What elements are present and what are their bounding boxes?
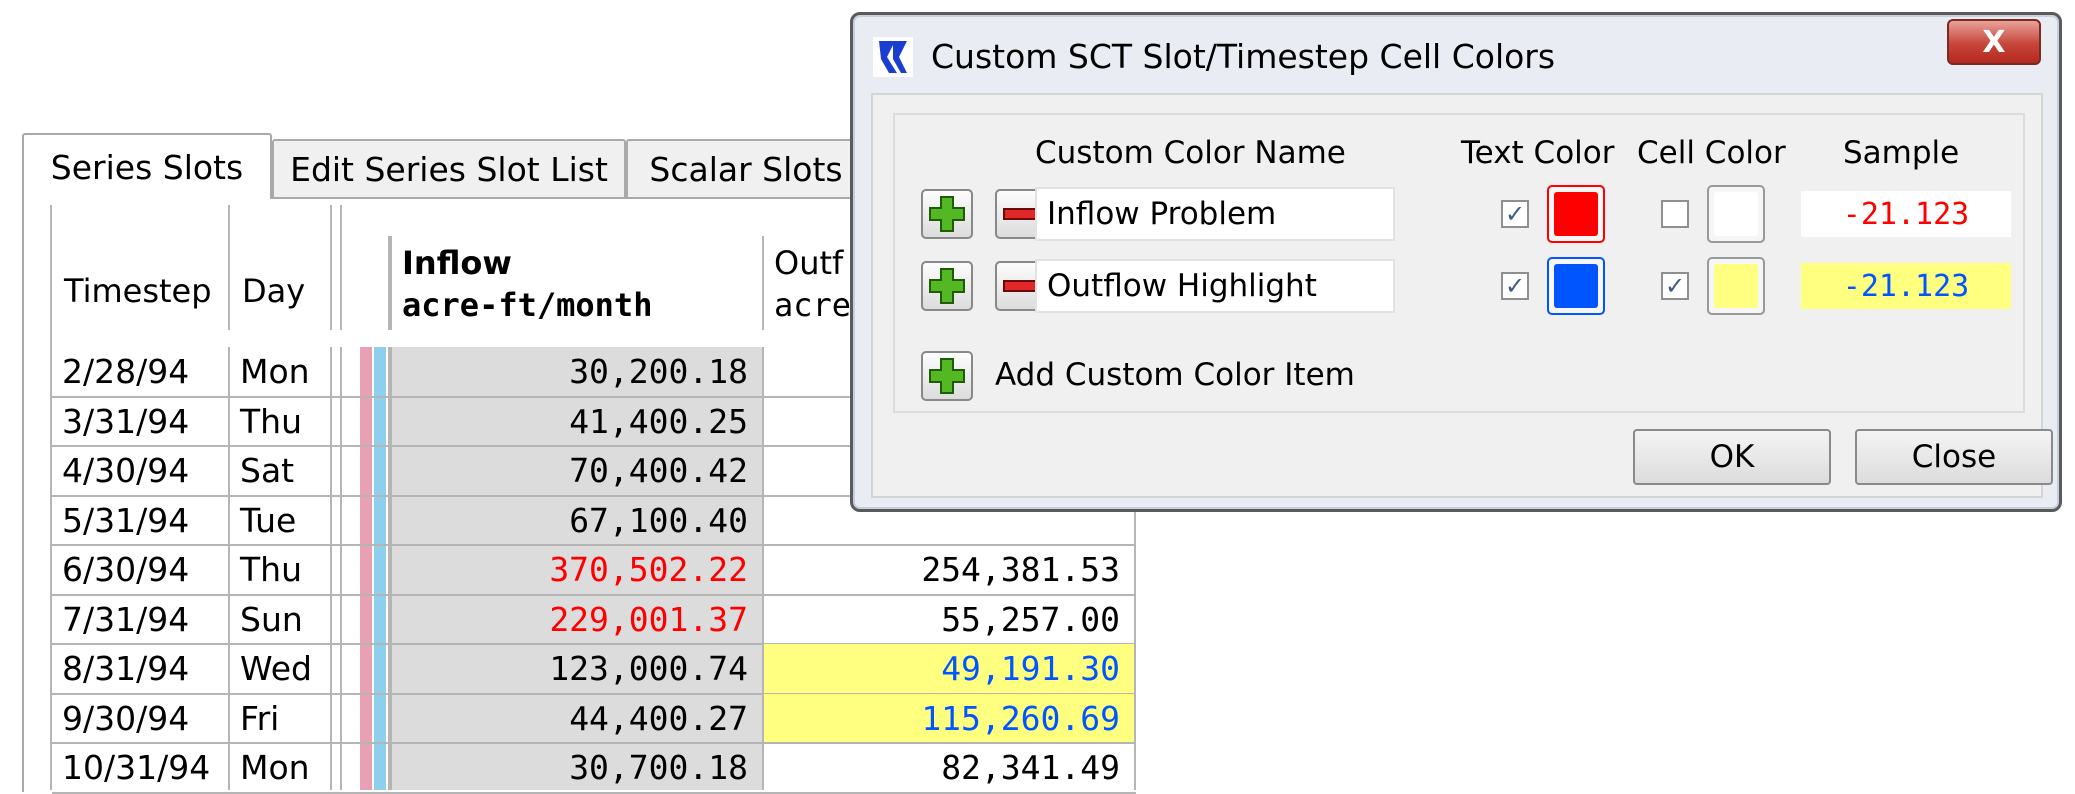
day-cell[interactable]: Thu xyxy=(240,545,330,595)
color-name-input[interactable]: Inflow Problem xyxy=(1035,187,1395,241)
outflow-cell[interactable]: 82,341.49 xyxy=(764,743,1120,793)
inflow-cell[interactable]: 30,200.18 xyxy=(392,347,748,397)
column-header-outflow[interactable]: Outf acre- xyxy=(764,236,864,345)
inflow-cell[interactable]: 44,400.27 xyxy=(392,694,748,744)
tab-label: Series Slots xyxy=(50,147,244,187)
text-color-button[interactable] xyxy=(1547,257,1605,315)
cell-color-checkbox[interactable]: ✓ xyxy=(1661,272,1689,300)
ok-button[interactable]: OK xyxy=(1633,429,1831,485)
close-button[interactable]: Close xyxy=(1855,429,2053,485)
close-icon: X xyxy=(1982,24,2006,60)
inflow-cell[interactable]: 229,001.37 xyxy=(392,595,748,645)
day-cell[interactable]: Mon xyxy=(240,347,330,397)
outflow-cell[interactable]: 49,191.30 xyxy=(764,644,1120,694)
color-name-value: Inflow Problem xyxy=(1047,196,1277,232)
cell-color-checkbox[interactable] xyxy=(1661,200,1689,228)
text-color-checkbox[interactable]: ✓ xyxy=(1501,272,1529,300)
day-cell[interactable]: Mon xyxy=(240,743,330,793)
custom-colors-dialog: Custom SCT Slot/Timestep Cell Colors X C… xyxy=(850,12,2062,512)
day-cell[interactable]: Wed xyxy=(240,644,330,694)
cell-color-swatch xyxy=(1714,192,1758,236)
add-item-label: Add Custom Color Item xyxy=(995,357,1355,393)
grid-border xyxy=(340,205,342,790)
inflow-cell[interactable]: 370,502.22 xyxy=(392,545,748,595)
riverware-logo-icon xyxy=(873,37,913,77)
timestep-cell[interactable]: 8/31/94 xyxy=(62,644,228,694)
dialog-title: Custom SCT Slot/Timestep Cell Colors xyxy=(931,37,1556,76)
timestep-cell[interactable]: 10/31/94 xyxy=(62,743,228,793)
text-color-swatch xyxy=(1554,264,1598,308)
ok-label: OK xyxy=(1709,439,1755,475)
text-color-checkbox[interactable]: ✓ xyxy=(1501,200,1529,228)
slot-name: Inflow xyxy=(402,244,512,282)
add-item-button[interactable] xyxy=(921,189,973,239)
day-cell[interactable]: Thu xyxy=(240,397,330,447)
sample-value: -21.123 xyxy=(1842,268,1970,304)
close-window-button[interactable]: X xyxy=(1947,19,2041,65)
timestep-cell[interactable]: 9/30/94 xyxy=(62,694,228,744)
header-label: Day xyxy=(242,271,306,310)
column-header-cell-color: Cell Color xyxy=(1637,135,1786,171)
slot-unit: acre-ft/month xyxy=(402,286,653,324)
timestep-cell[interactable]: 4/30/94 xyxy=(62,446,228,496)
inflow-cell[interactable]: 70,400.42 xyxy=(392,446,748,496)
day-cell[interactable]: Fri xyxy=(240,694,330,744)
day-cell[interactable]: Sat xyxy=(240,446,330,496)
plus-icon xyxy=(929,268,965,304)
column-header-inflow[interactable]: Inflow acre-ft/month xyxy=(392,236,762,345)
tab-edit-series-slot-list[interactable]: Edit Series Slot List xyxy=(272,139,626,197)
outflow-cell[interactable]: 115,260.69 xyxy=(764,694,1120,744)
timestep-cell[interactable]: 3/31/94 xyxy=(62,397,228,447)
plus-icon xyxy=(929,196,965,232)
text-color-swatch xyxy=(1554,192,1598,236)
color-name-value: Outflow Highlight xyxy=(1047,268,1317,304)
row-divider xyxy=(52,791,1136,794)
inflow-cell[interactable]: 30,700.18 xyxy=(392,743,748,793)
tab-scalar-slots[interactable]: Scalar Slots xyxy=(626,139,866,197)
cell-color-swatch xyxy=(1714,264,1758,308)
add-item-button[interactable] xyxy=(921,351,973,401)
column-header-text-color: Text Color xyxy=(1461,135,1615,171)
timestep-cell[interactable]: 5/31/94 xyxy=(62,496,228,546)
text-color-button[interactable] xyxy=(1547,185,1605,243)
inflow-cell[interactable]: 67,100.40 xyxy=(392,496,748,546)
tab-series-slots[interactable]: Series Slots xyxy=(22,133,272,199)
cell-color-button[interactable] xyxy=(1707,185,1765,243)
inflow-cell[interactable]: 123,000.74 xyxy=(392,644,748,694)
add-item-button[interactable] xyxy=(921,261,973,311)
sample-preview: -21.123 xyxy=(1801,191,2011,237)
column-header-name: Custom Color Name xyxy=(1035,135,1346,171)
timestep-cell[interactable]: 2/28/94 xyxy=(62,347,228,397)
column-header-day[interactable]: Day xyxy=(230,236,330,345)
dialog-body: Custom Color Name Text Color Cell Color … xyxy=(871,93,2053,498)
header-label: Timestep xyxy=(64,271,212,310)
plus-icon xyxy=(929,358,965,394)
outflow-cell[interactable]: 55,257.00 xyxy=(764,595,1120,645)
slot-marker-blue xyxy=(374,347,386,790)
grid-border xyxy=(330,205,332,790)
column-header-timestep[interactable]: Timestep xyxy=(52,236,228,345)
cell-color-button[interactable] xyxy=(1707,257,1765,315)
tab-label: Scalar Slots xyxy=(649,149,843,189)
day-cell[interactable]: Tue xyxy=(240,496,330,546)
close-label: Close xyxy=(1911,439,1997,475)
tab-label: Edit Series Slot List xyxy=(290,149,608,189)
slot-marker-pink xyxy=(360,347,372,790)
sample-value: -21.123 xyxy=(1842,196,1970,232)
sample-preview: -21.123 xyxy=(1801,263,2011,309)
inflow-cell[interactable]: 41,400.25 xyxy=(392,397,748,447)
outflow-cell[interactable]: 254,381.53 xyxy=(764,545,1120,595)
day-cell[interactable]: Sun xyxy=(240,595,330,645)
color-items-panel: Custom Color Name Text Color Cell Color … xyxy=(893,113,2025,413)
color-name-input[interactable]: Outflow Highlight xyxy=(1035,259,1395,313)
column-header-sample: Sample xyxy=(1843,135,1960,171)
timestep-cell[interactable]: 6/30/94 xyxy=(62,545,228,595)
timestep-cell[interactable]: 7/31/94 xyxy=(62,595,228,645)
